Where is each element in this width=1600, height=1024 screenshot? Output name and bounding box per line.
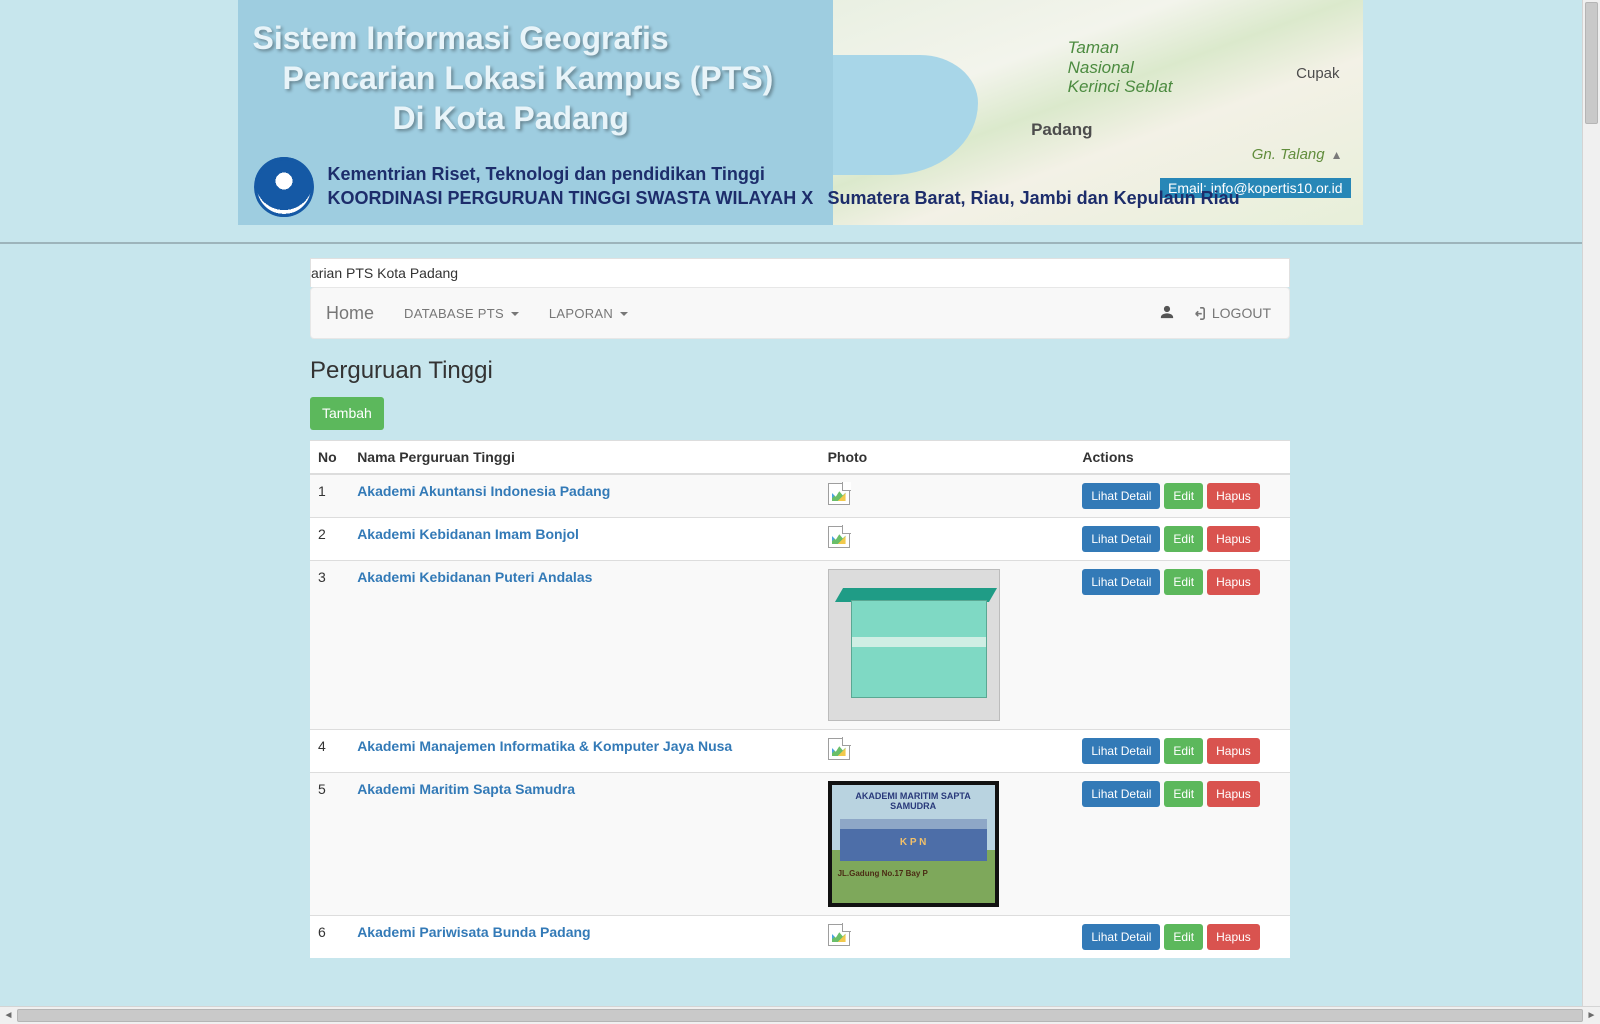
header-banner: Taman Nasional Kerinci Seblat Cupak Pada… [238, 0, 1363, 225]
edit-button[interactable]: Edit [1164, 483, 1203, 509]
pts-name-link[interactable]: Akademi Maritim Sapta Samudra [357, 781, 575, 797]
cell-no: 5 [310, 773, 349, 916]
edit-button[interactable]: Edit [1164, 781, 1203, 807]
cell-photo [820, 474, 1075, 518]
broken-image-icon [828, 738, 850, 760]
cell-name: Akademi Kebidanan Imam Bonjol [349, 518, 819, 561]
page-title: Perguruan Tinggi [310, 357, 1290, 385]
map-label-cupak: Cupak [1296, 65, 1339, 82]
logout-button[interactable]: LOGOUT [1192, 305, 1289, 321]
scroll-left-icon[interactable]: ◄ [0, 1007, 17, 1024]
pts-table: No Nama Perguruan Tinggi Photo Actions 1… [310, 440, 1290, 958]
map-label-mountain: Gn. Talang▲ [1252, 146, 1343, 163]
cell-actions: Lihat DetailEditHapus [1074, 518, 1290, 561]
cell-name: Akademi Kebidanan Puteri Andalas [349, 561, 819, 730]
broken-image-icon [828, 526, 850, 548]
detail-button[interactable]: Lihat Detail [1082, 569, 1160, 595]
ministry-logo-icon [254, 157, 314, 217]
col-name: Nama Perguruan Tinggi [349, 441, 819, 475]
col-photo: Photo [820, 441, 1075, 475]
cell-name: Akademi Manajemen Informatika & Komputer… [349, 730, 819, 773]
cell-no: 1 [310, 474, 349, 518]
divider [0, 242, 1600, 244]
breadcrumb: arian PTS Kota Padang [310, 258, 1290, 287]
delete-button[interactable]: Hapus [1207, 738, 1260, 764]
broken-image-icon [828, 483, 850, 505]
table-row: 6 Akademi Pariwisata Bunda Padang Lihat De… [310, 916, 1290, 959]
nav-laporan[interactable]: LAPORAN [534, 306, 643, 321]
pts-name-link[interactable]: Akademi Akuntansi Indonesia Padang [357, 483, 610, 499]
banner-subtitle-1: Kementrian Riset, Teknologi dan pendidik… [328, 164, 765, 185]
table-row: 4 Akademi Manajemen Informatika & Kompute… [310, 730, 1290, 773]
edit-button[interactable]: Edit [1164, 569, 1203, 595]
pts-name-link[interactable]: Akademi Kebidanan Puteri Andalas [357, 569, 592, 585]
user-icon[interactable] [1160, 305, 1174, 322]
cell-photo [820, 916, 1075, 959]
table-row: 5 Akademi Maritim Sapta Samudra AKADEMI MA… [310, 773, 1290, 916]
table-row: 1 Akademi Akuntansi Indonesia Padang Lihat… [310, 474, 1290, 518]
logout-icon [1192, 307, 1205, 320]
cell-no: 4 [310, 730, 349, 773]
add-button[interactable]: Tambah [310, 397, 384, 430]
vertical-scrollbar[interactable] [1582, 0, 1600, 1007]
detail-button[interactable]: Lihat Detail [1082, 483, 1160, 509]
banner-regions: Sumatera Barat, Riau, Jambi dan Kepulaun… [828, 188, 1240, 209]
cell-photo: AKADEMI MARITIM SAPTA SAMUDRAK P NJL.Gad… [820, 773, 1075, 916]
scroll-right-icon[interactable]: ► [1583, 1007, 1600, 1024]
pts-name-link[interactable]: Akademi Kebidanan Imam Bonjol [357, 526, 579, 542]
table-row: 2 Akademi Kebidanan Imam Bonjol Lihat Deta… [310, 518, 1290, 561]
cell-no: 2 [310, 518, 349, 561]
edit-button[interactable]: Edit [1164, 738, 1203, 764]
edit-button[interactable]: Edit [1164, 924, 1203, 950]
main-navbar: Home DATABASE PTS LAPORAN LOGOUT [310, 287, 1290, 339]
delete-button[interactable]: Hapus [1207, 526, 1260, 552]
cell-photo [820, 730, 1075, 773]
cell-name: Akademi Akuntansi Indonesia Padang [349, 474, 819, 518]
cell-name: Akademi Maritim Sapta Samudra [349, 773, 819, 916]
horizontal-scrollbar[interactable]: ◄ ► [0, 1006, 1600, 1024]
broken-image-icon [828, 924, 850, 946]
delete-button[interactable]: Hapus [1207, 924, 1260, 950]
col-actions: Actions [1074, 441, 1290, 475]
nav-home[interactable]: Home [311, 303, 389, 324]
cell-no: 6 [310, 916, 349, 959]
cell-name: Akademi Pariwisata Bunda Padang [349, 916, 819, 959]
pts-name-link[interactable]: Akademi Manajemen Informatika & Komputer… [357, 738, 732, 754]
chevron-down-icon [511, 312, 519, 316]
map-label-padang: Padang [1031, 120, 1092, 140]
banner-subtitle-2: KOORDINASI PERGURUAN TINGGI SWASTA WILAY… [328, 188, 814, 209]
campus-photo: AKADEMI MARITIM SAPTA SAMUDRAK P NJL.Gad… [828, 781, 999, 907]
cell-actions: Lihat DetailEditHapus [1074, 474, 1290, 518]
detail-button[interactable]: Lihat Detail [1082, 526, 1160, 552]
campus-photo [828, 569, 1000, 721]
delete-button[interactable]: Hapus [1207, 483, 1260, 509]
delete-button[interactable]: Hapus [1207, 569, 1260, 595]
cell-photo [820, 561, 1075, 730]
pts-name-link[interactable]: Akademi Pariwisata Bunda Padang [357, 924, 590, 940]
cell-actions: Lihat DetailEditHapus [1074, 730, 1290, 773]
detail-button[interactable]: Lihat Detail [1082, 924, 1160, 950]
chevron-down-icon [620, 312, 628, 316]
edit-button[interactable]: Edit [1164, 526, 1203, 552]
delete-button[interactable]: Hapus [1207, 781, 1260, 807]
detail-button[interactable]: Lihat Detail [1082, 781, 1160, 807]
cell-no: 3 [310, 561, 349, 730]
cell-actions: Lihat DetailEditHapus [1074, 561, 1290, 730]
map-label-park: Taman Nasional Kerinci Seblat [1068, 38, 1173, 97]
cell-actions: Lihat DetailEditHapus [1074, 773, 1290, 916]
banner-title: Sistem Informasi Geografis Pencarian Lok… [253, 18, 774, 138]
cell-photo [820, 518, 1075, 561]
col-no: No [310, 441, 349, 475]
detail-button[interactable]: Lihat Detail [1082, 738, 1160, 764]
table-row: 3 Akademi Kebidanan Puteri Andalas Lihat D… [310, 561, 1290, 730]
nav-database-pts[interactable]: DATABASE PTS [389, 306, 534, 321]
cell-actions: Lihat DetailEditHapus [1074, 916, 1290, 959]
